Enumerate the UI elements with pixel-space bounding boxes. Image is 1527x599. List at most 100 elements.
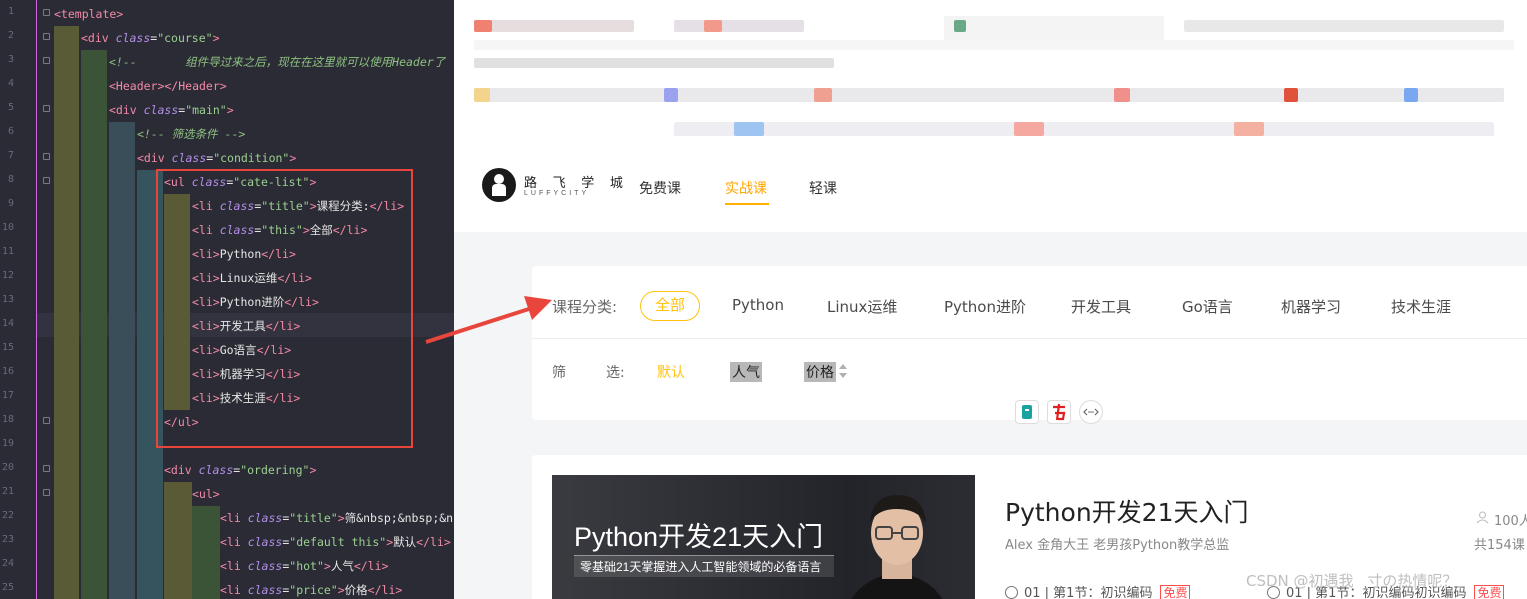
- nav-practical-courses[interactable]: 实战课: [725, 178, 767, 198]
- line-number: 18: [1, 414, 14, 425]
- line-number: 7: [7, 150, 14, 161]
- bing-translate-icon[interactable]: [1015, 400, 1039, 424]
- sort-arrows-icon[interactable]: [838, 363, 848, 379]
- free-badge: 免费: [1474, 585, 1505, 599]
- code-line: <div class="course">: [81, 31, 220, 45]
- category-linux[interactable]: Linux运维: [827, 296, 897, 317]
- indent-guide: [81, 50, 107, 599]
- code-line: <li class="title">筛&nbsp;&nbsp;&nbsp;: [220, 511, 454, 525]
- line-number: 5: [7, 102, 14, 113]
- instructor-photo: [851, 495, 943, 599]
- blurred-browser-chrome: [454, 0, 1527, 150]
- logo-text-en: LUFFYCITY: [524, 190, 590, 197]
- fold-marker-icon[interactable]: [43, 9, 50, 16]
- line-number: 10: [1, 222, 14, 233]
- logo-text-cn: 路 飞 学 城: [524, 175, 629, 190]
- nav-light-courses[interactable]: 轻课: [809, 178, 837, 198]
- browser-window: 路 飞 学 城 LUFFYCITY 免费课 实战课 轻课 课程分类: 全部 Py…: [454, 0, 1527, 599]
- code-line: <template>: [54, 7, 124, 21]
- fold-marker-icon[interactable]: [43, 33, 50, 40]
- play-icon: [1005, 586, 1018, 599]
- category-all[interactable]: 全部: [640, 291, 701, 321]
- line-number: 25: [1, 582, 14, 593]
- code-line: <li class="default this">默认</li>: [220, 535, 451, 549]
- fold-marker-icon[interactable]: [43, 57, 50, 64]
- luffy-logo-icon[interactable]: [482, 168, 516, 202]
- line-number: 3: [7, 54, 14, 65]
- course-lesson-total: 共154课: [1474, 538, 1525, 553]
- fold-marker-icon[interactable]: [43, 465, 50, 472]
- line-number: 24: [1, 558, 14, 569]
- ordering-price[interactable]: 价格: [804, 362, 836, 382]
- line-number: 23: [1, 534, 14, 545]
- line-number: 4: [7, 78, 14, 89]
- line-number: 15: [1, 342, 14, 353]
- more-options-icon[interactable]: [1079, 400, 1103, 424]
- course-title[interactable]: Python开发21天入门: [1005, 493, 1248, 529]
- line-number: 19: [1, 438, 14, 449]
- gutter-separator: [36, 0, 37, 599]
- lesson-item[interactable]: 01 | 第1节：初识编码 免费: [1005, 582, 1191, 599]
- line-number: 6: [7, 126, 14, 137]
- code-line: <li class="hot">人气</li>: [220, 559, 389, 573]
- fold-marker-icon[interactable]: [43, 177, 50, 184]
- nav-active-underline: [725, 203, 769, 205]
- ordering-hot[interactable]: 人气: [730, 362, 762, 382]
- line-number: 22: [1, 510, 14, 521]
- code-editor: 1 2 3 4 5 6 7 8 9 10 11 12 13 14 15 16 17 18 19 20 21 22 23 24 2…: [0, 0, 454, 599]
- category-label: 课程分类:: [552, 298, 618, 316]
- course-cover-title: Python开发21天入门: [574, 522, 824, 552]
- condition-divider: [532, 338, 1527, 339]
- fold-marker-icon[interactable]: [43, 105, 50, 112]
- category-ml[interactable]: 机器学习: [1281, 296, 1341, 317]
- ordering-label-a: 筛: [552, 365, 566, 381]
- line-number: 13: [1, 294, 14, 305]
- csdn-watermark: CSDN @初遇我ㅤ寸の热情呢？: [1246, 572, 1458, 590]
- line-number: 2: [7, 30, 14, 41]
- line-number: 11: [1, 246, 14, 257]
- line-number: 8: [7, 174, 14, 185]
- condition-panel: [532, 266, 1527, 420]
- fold-marker-icon[interactable]: [43, 153, 50, 160]
- code-line: <div class="condition">: [137, 151, 297, 165]
- code-line: <!-- 筛选条件 -->: [137, 127, 246, 141]
- line-number: 14: [1, 318, 14, 329]
- indent-guide: [54, 26, 79, 599]
- code-line: <li class="price">价格</li>: [220, 583, 403, 597]
- ordering-label-b: 选:: [606, 365, 625, 381]
- code-line: <Header></Header>: [109, 79, 227, 93]
- lesson-title: 01 | 第1节：初识编码: [1024, 586, 1153, 599]
- category-career[interactable]: 技术生涯: [1391, 296, 1451, 317]
- code-line: <div class="main">: [109, 103, 234, 117]
- free-badge: 免费: [1160, 585, 1191, 599]
- annotation-highlight-box: [156, 169, 413, 448]
- fold-marker-icon[interactable]: [43, 417, 50, 424]
- course-cover-subtitle: 零基础21天掌握进入人工智能领域的必备语言: [574, 555, 834, 577]
- line-number: 17: [1, 390, 14, 401]
- course-teacher: Alex 金角大王 老男孩Python教学总监: [1005, 538, 1230, 553]
- category-python-advanced[interactable]: Python进阶: [944, 296, 1026, 317]
- course-cover-image[interactable]: Python开发21天入门 零基础21天掌握进入人工智能领域的必备语言: [552, 475, 975, 599]
- category-dev-tools[interactable]: 开发工具: [1071, 296, 1131, 317]
- indent-guide: [164, 482, 192, 599]
- annotation-arrow-icon: [425, 296, 552, 344]
- course-student-count: 100人: [1494, 514, 1527, 529]
- category-python[interactable]: Python: [732, 296, 784, 314]
- nav-free-courses[interactable]: 免费课: [639, 178, 681, 198]
- code-line: <!-- 组件导过来之后，现在在这里就可以使用Header了: [109, 55, 446, 69]
- line-number: 9: [7, 198, 14, 209]
- code-line: <div class="ordering">: [164, 463, 317, 477]
- line-number: 12: [1, 270, 14, 281]
- fold-marker-icon[interactable]: [43, 489, 50, 496]
- ordering-default[interactable]: 默认: [657, 362, 685, 382]
- line-number: 16: [1, 366, 14, 377]
- site-header: 路 飞 学 城 LUFFYCITY 免费课 实战课 轻课: [454, 150, 1527, 232]
- user-icon: [1476, 511, 1489, 524]
- category-go[interactable]: Go语言: [1182, 296, 1233, 317]
- line-number: 1: [7, 6, 14, 17]
- youdao-icon[interactable]: [1047, 400, 1071, 424]
- line-number: 21: [1, 486, 14, 497]
- line-number: 20: [1, 462, 14, 473]
- code-line: <ul>: [192, 487, 220, 501]
- indent-guide: [109, 122, 135, 599]
